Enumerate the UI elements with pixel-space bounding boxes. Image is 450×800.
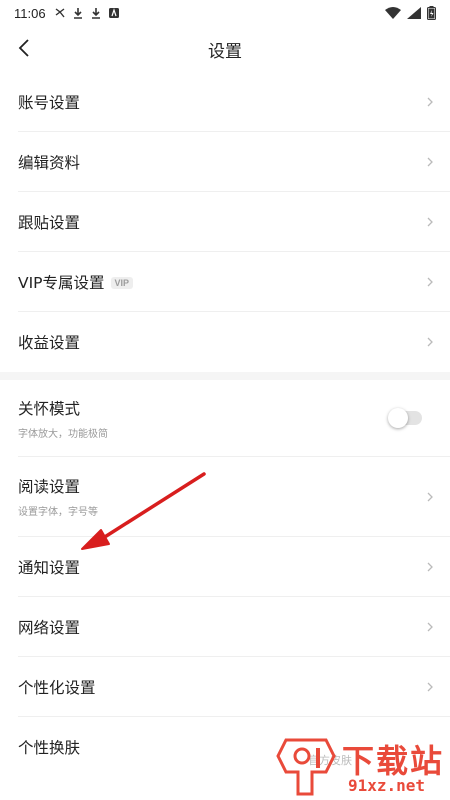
status-bar: 11:06: [0, 0, 450, 26]
settings-item-network[interactable]: 网络设置: [18, 597, 450, 657]
settings-item-subtitle: 字体放大，功能极简: [18, 428, 108, 440]
chevron-right-icon: [427, 562, 433, 571]
settings-item-label: 通知设置: [18, 558, 81, 577]
settings-item-comment[interactable]: 跟贴设置: [18, 192, 450, 252]
chevron-right-icon: [427, 337, 433, 347]
settings-item-label: 收益设置: [18, 334, 81, 352]
settings-item-edit-profile[interactable]: 编辑资料: [18, 132, 450, 192]
settings-item-account[interactable]: 账号设置: [18, 72, 450, 132]
settings-group-account: 账号设置 编辑资料 跟贴设置 VIP专属设置 VIP 收益设置: [0, 72, 450, 372]
settings-item-vip[interactable]: VIP专属设置 VIP: [18, 252, 450, 312]
watermark: 官方皮肤 下载站 91xz.net: [268, 734, 448, 800]
notification-icon: [54, 7, 66, 19]
settings-item-label: 阅读设置: [18, 478, 81, 496]
wifi-icon: [385, 7, 401, 19]
watermark-url: 91xz.net: [348, 776, 426, 795]
settings-item-earnings[interactable]: 收益设置: [18, 312, 450, 372]
settings-item-reading[interactable]: 阅读设置 设置字体，字号等: [18, 457, 450, 537]
chevron-right-icon: [427, 97, 433, 106]
chevron-left-icon: [18, 39, 29, 57]
settings-group-display: 关怀模式 字体放大，功能极简 阅读设置 设置字体，字号等 通知设置 网络设置 个…: [0, 380, 450, 777]
settings-item-label: 关怀模式: [18, 399, 81, 418]
page-title: 设置: [208, 41, 242, 62]
settings-item-notification[interactable]: 通知设置: [18, 537, 450, 597]
chevron-right-icon: [427, 277, 433, 286]
app-icon: [108, 7, 120, 19]
chevron-right-icon: [427, 157, 433, 166]
status-icons-left: [54, 7, 120, 19]
vip-label: VIP专属设置: [18, 273, 105, 292]
chevron-right-icon: [427, 682, 433, 691]
status-icons-right: [385, 6, 436, 20]
settings-item-personalization[interactable]: 个性化设置: [18, 657, 450, 717]
download-icon: [90, 7, 102, 19]
section-divider: [0, 372, 450, 380]
settings-item-subtitle: 设置字体，字号等: [18, 507, 98, 518]
signal-icon: [407, 7, 421, 19]
vip-badge: VIP: [110, 276, 134, 289]
chevron-right-icon: [427, 217, 433, 226]
chevron-right-icon: [427, 622, 433, 631]
nav-bar: 设置: [0, 26, 450, 72]
settings-item-label: 个性换肤: [18, 739, 81, 757]
status-time: 11:06: [14, 5, 46, 21]
toggle-knob: [388, 408, 408, 428]
back-button[interactable]: [10, 34, 38, 62]
settings-item-label: 网络设置: [18, 618, 81, 637]
settings-item-label: 个性化设置: [18, 678, 96, 697]
settings-item-label: 账号设置: [18, 93, 81, 112]
settings-item-label: VIP专属设置 VIP: [18, 271, 134, 293]
care-mode-toggle[interactable]: [388, 408, 422, 428]
battery-charging-icon: [427, 6, 436, 20]
settings-item-label: 编辑资料: [18, 153, 81, 172]
download-icon: [72, 7, 84, 19]
watermark-logo-icon: [276, 738, 336, 796]
settings-item-care-mode[interactable]: 关怀模式 字体放大，功能极简: [18, 380, 450, 457]
chevron-right-icon: [427, 492, 433, 501]
settings-item-label: 跟贴设置: [18, 213, 81, 232]
